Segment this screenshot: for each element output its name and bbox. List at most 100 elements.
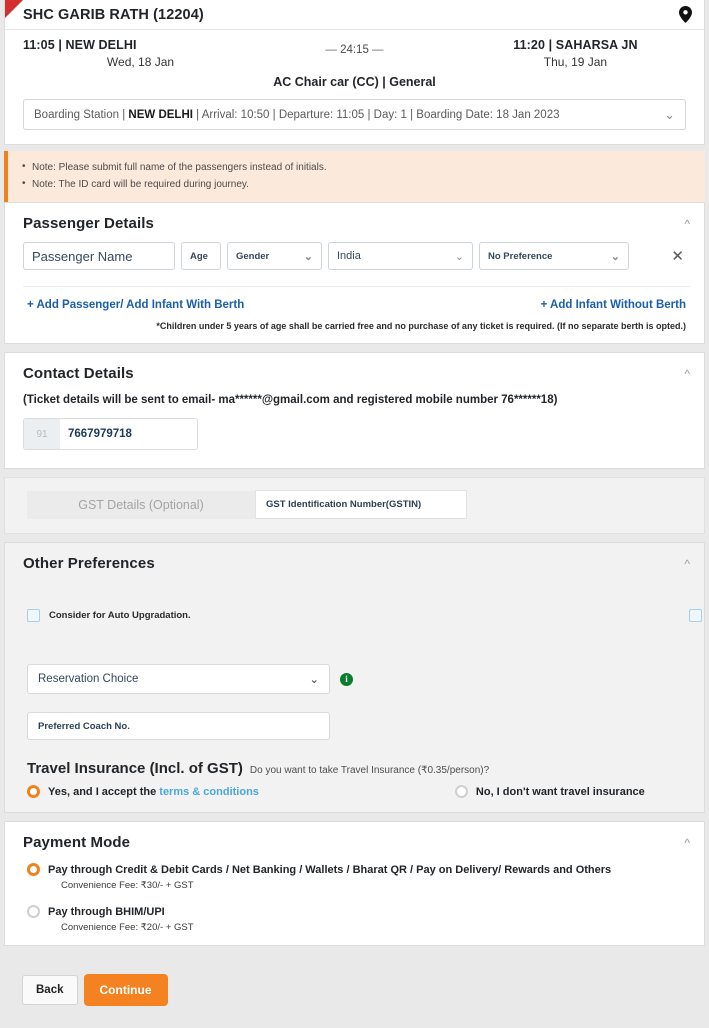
remove-passenger-icon[interactable]: ✕ — [665, 249, 690, 264]
back-button[interactable]: Back — [22, 975, 78, 1005]
passenger-rows: Passenger Name Age Gender ⌄ India ⌄ No P… — [5, 242, 704, 287]
journey-duration: — 24:15 — — [244, 44, 465, 56]
terms-and-conditions-link[interactable]: terms & conditions — [159, 786, 259, 798]
confirm-berths-checkbox-row[interactable]: Book only if confirm berths are allotted… — [357, 582, 709, 648]
chevron-up-icon[interactable]: ^ — [684, 368, 690, 380]
insurance-yes-label: Yes, and I accept the terms & conditions — [48, 786, 259, 798]
reservation-choice-value: Reservation Choice — [38, 673, 138, 685]
passenger-berth-preference-select[interactable]: No Preference ⌄ — [479, 242, 629, 270]
passenger-row: Passenger Name Age Gender ⌄ India ⌄ No P… — [23, 242, 690, 270]
chevron-down-icon: ⌄ — [611, 250, 620, 263]
footer-action-bar: Back Continue — [0, 954, 709, 1028]
corner-ribbon-icon — [5, 0, 23, 18]
chevron-down-icon: ⌄ — [455, 250, 464, 263]
insurance-no-radio[interactable] — [455, 785, 468, 798]
train-summary-card: SHC GARIB RATH (12204) 11:05 | NEW DELHI… — [4, 0, 705, 145]
payment-cards-fee: Convenience Fee: ₹30/- + GST — [27, 876, 686, 901]
boarding-station-name: NEW DELHI — [128, 109, 193, 121]
payment-option-upi[interactable]: Pay through BHIM/UPI Convenience Fee: ₹2… — [5, 903, 704, 945]
boarding-station-text: Boarding Station | NEW DELHI | Arrival: … — [34, 109, 560, 121]
arrival-block: 11:20 | SAHARSA JN Thu, 19 Jan — [465, 38, 686, 69]
boarding-label: Boarding Station | — [34, 109, 128, 121]
reservation-choice-row: Reservation Choice ⌄ i — [5, 654, 704, 694]
info-icon[interactable]: i — [340, 673, 353, 686]
contact-details-header[interactable]: Contact Details ^ — [5, 353, 704, 392]
gst-details-label: GST Details (Optional) — [27, 491, 255, 519]
passenger-age-input[interactable]: Age — [181, 242, 221, 270]
contact-info-line: (Ticket details will be sent to email- m… — [5, 392, 704, 418]
payment-upi-radio[interactable] — [27, 905, 40, 918]
duration-value: 24:15 — [340, 44, 369, 56]
reservation-choice-select[interactable]: Reservation Choice ⌄ — [27, 664, 330, 694]
confirm-berths-checkbox[interactable] — [689, 609, 702, 622]
map-pin-icon[interactable] — [679, 6, 692, 23]
berth-value: No Preference — [488, 251, 552, 262]
gst-details-card: GST Details (Optional) GST Identificatio… — [4, 477, 705, 534]
chevron-down-icon: ⌄ — [304, 250, 313, 263]
insurance-no-label: No, I don't want travel insurance — [476, 786, 645, 798]
payment-cards-radio[interactable] — [27, 863, 40, 876]
contact-details-card: Contact Details ^ (Ticket details will b… — [4, 352, 705, 469]
boarding-details: | Arrival: 10:50 | Departure: 11:05 | Da… — [193, 109, 560, 121]
journey-row: 11:05 | NEW DELHI Wed, 18 Jan — 24:15 — … — [5, 30, 704, 71]
payment-mode-header[interactable]: Payment Mode ^ — [5, 822, 704, 861]
contact-details-title: Contact Details — [23, 365, 134, 382]
chevron-up-icon[interactable]: ^ — [684, 218, 690, 230]
payment-mode-title: Payment Mode — [23, 834, 130, 851]
mobile-number-input[interactable]: 7667979718 — [60, 419, 197, 449]
travel-insurance-header: Travel Insurance (Incl. of GST) Do you w… — [5, 740, 704, 777]
auto-upgradation-checkbox[interactable] — [27, 609, 40, 622]
mobile-number-field[interactable]: 91 7667979718 — [23, 418, 198, 450]
chevron-up-icon[interactable]: ^ — [684, 837, 690, 849]
add-passenger-link[interactable]: + Add Passenger/ Add Infant With Berth — [27, 299, 244, 311]
passenger-gender-select[interactable]: Gender ⌄ — [227, 242, 322, 270]
chevron-down-icon[interactable]: ⌄ — [664, 108, 675, 121]
add-infant-without-berth-link[interactable]: + Add Infant Without Berth — [541, 299, 686, 311]
passenger-name-input[interactable]: Passenger Name — [23, 242, 175, 270]
continue-button[interactable]: Continue — [84, 974, 168, 1006]
departure-block: 11:05 | NEW DELHI Wed, 18 Jan — [23, 38, 244, 69]
insurance-no-option[interactable]: No, I don't want travel insurance — [455, 785, 645, 798]
departure-date: Wed, 18 Jan — [23, 55, 244, 69]
chevron-down-icon: ⌄ — [309, 672, 319, 686]
chevron-up-icon[interactable]: ^ — [684, 558, 690, 570]
payment-option-cards[interactable]: Pay through Credit & Debit Cards / Net B… — [5, 861, 704, 903]
passenger-notes-banner: Note: Please submit full name of the pas… — [4, 151, 705, 202]
travel-insurance-options: Yes, and I accept the terms & conditions… — [5, 777, 704, 812]
children-policy-note: *Children under 5 years of age shall be … — [5, 315, 704, 343]
preferred-coach-input[interactable]: Preferred Coach No. — [27, 712, 330, 740]
payment-option-cards-row[interactable]: Pay through Credit & Debit Cards / Net B… — [27, 863, 686, 876]
arrival-date: Thu, 19 Jan — [465, 55, 686, 69]
other-preferences-title: Other Preferences — [23, 555, 155, 572]
insurance-yes-radio[interactable] — [27, 785, 40, 798]
auto-upgradation-checkbox-row[interactable]: Consider for Auto Upgradation. — [27, 582, 357, 648]
passenger-details-card: Passenger Details ^ Passenger Name Age G… — [4, 202, 705, 344]
payment-option-upi-row[interactable]: Pay through BHIM/UPI — [27, 905, 686, 918]
add-passenger-row: + Add Passenger/ Add Infant With Berth +… — [5, 287, 704, 315]
duration-dash-left: — — [325, 44, 337, 56]
note-item: Note: Please submit full name of the pas… — [22, 159, 691, 176]
boarding-station-selector[interactable]: Boarding Station | NEW DELHI | Arrival: … — [23, 99, 686, 130]
duration-dash-right: — — [372, 44, 384, 56]
other-preferences-card: Other Preferences ^ Consider for Auto Up… — [4, 542, 705, 813]
insurance-yes-option[interactable]: Yes, and I accept the terms & conditions — [27, 785, 259, 798]
other-preferences-header[interactable]: Other Preferences ^ — [5, 543, 704, 582]
passenger-country-select[interactable]: India ⌄ — [328, 242, 473, 270]
note-item: Note: The ID card will be required durin… — [22, 176, 691, 193]
travel-insurance-subtitle: Do you want to take Travel Insurance (₹0… — [250, 765, 489, 776]
train-title-row: SHC GARIB RATH (12204) — [5, 0, 704, 30]
gender-value: Gender — [236, 251, 269, 262]
country-code-prefix: 91 — [24, 419, 60, 449]
payment-upi-fee: Convenience Fee: ₹20/- + GST — [27, 918, 686, 943]
payment-upi-label: Pay through BHIM/UPI — [48, 906, 165, 918]
arrival-time-station: 11:20 | SAHARSA JN — [465, 38, 686, 52]
auto-upgradation-label: Consider for Auto Upgradation. — [49, 610, 191, 621]
departure-time-station: 11:05 | NEW DELHI — [23, 38, 244, 52]
train-name-number: SHC GARIB RATH (12204) — [23, 7, 204, 23]
passenger-details-header[interactable]: Passenger Details ^ — [5, 203, 704, 242]
gstin-input[interactable]: GST Identification Number(GSTIN) — [255, 490, 467, 519]
payment-mode-card: Payment Mode ^ Pay through Credit & Debi… — [4, 821, 705, 946]
insurance-yes-text: Yes, and I accept the — [48, 786, 159, 798]
country-value: India — [337, 250, 361, 262]
class-quota-label: AC Chair car (CC) | General — [5, 71, 704, 99]
